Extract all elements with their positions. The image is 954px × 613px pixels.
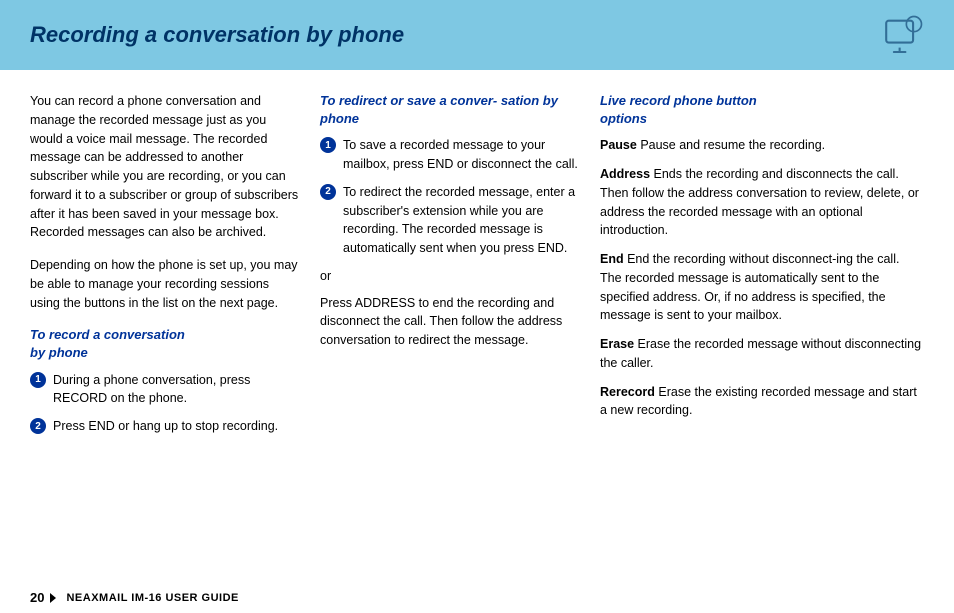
section-live-heading: Live record phone button options (600, 92, 924, 128)
page-title: Recording a conversation by phone (30, 22, 404, 48)
record-step-1: 1 During a phone conversation, press REC… (30, 371, 300, 409)
intro-paragraph1: You can record a phone conversation and … (30, 92, 300, 242)
option-pause: Pause Pause and resume the recording. (600, 136, 924, 155)
redirect-step-number-2: 2 (320, 184, 336, 200)
column-left: You can record a phone conversation and … (30, 92, 300, 541)
redirect-step-2-text: To redirect the recorded message, enter … (343, 183, 580, 258)
option-end: End End the recording without disconnect… (600, 250, 924, 325)
page-footer: 20 NEAXMAIL IM-16 USER GUIDE (0, 582, 954, 613)
record-step-1-text: During a phone conversation, press RECOR… (53, 371, 300, 409)
option-end-desc: End the recording without disconnect-ing… (600, 252, 899, 322)
option-erase-desc: Erase the recorded message without disco… (600, 337, 921, 370)
section-live: Live record phone button options Pause P… (600, 92, 924, 420)
option-pause-label: Pause (600, 138, 637, 152)
option-rerecord: Rerecord Erase the existing recorded mes… (600, 383, 924, 421)
section-record: To record a conversation by phone 1 Duri… (30, 326, 300, 436)
redirect-step-number-1: 1 (320, 137, 336, 153)
page-number: 20 (30, 590, 44, 605)
record-step-2-text: Press END or hang up to stop recording. (53, 417, 300, 436)
option-address: Address Ends the recording and disconnec… (600, 165, 924, 240)
section-record-heading: To record a conversation by phone (30, 326, 300, 362)
redirect-step-1: 1 To save a recorded message to your mai… (320, 136, 580, 174)
or-text: or (320, 267, 580, 286)
page-header: Recording a conversation by phone (0, 0, 954, 70)
redirect-step-1-text: To save a recorded message to your mailb… (343, 136, 580, 174)
section-redirect-heading: To redirect or save a conver- sation by … (320, 92, 580, 128)
content-area: You can record a phone conversation and … (0, 70, 954, 551)
option-erase-label: Erase (600, 337, 634, 351)
redirect-step-2: 2 To redirect the recorded message, ente… (320, 183, 580, 258)
page-number-area: 20 NEAXMAIL IM-16 USER GUIDE (30, 590, 239, 605)
step-number-2: 2 (30, 418, 46, 434)
section-redirect: To redirect or save a conver- sation by … (320, 92, 580, 350)
triangle-icon (50, 593, 56, 603)
option-pause-desc: Pause and resume the recording. (637, 138, 825, 152)
option-erase: Erase Erase the recorded message without… (600, 335, 924, 373)
option-address-label: Address (600, 167, 650, 181)
main-body: Recording a conversation by phone You ca… (0, 0, 954, 551)
record-step-2: 2 Press END or hang up to stop recording… (30, 417, 300, 436)
column-right: Live record phone button options Pause P… (600, 92, 924, 541)
column-middle: To redirect or save a conver- sation by … (320, 92, 580, 541)
press-text: Press ADDRESS to end the recording and d… (320, 294, 580, 350)
step-number-1: 1 (30, 372, 46, 388)
option-rerecord-label: Rerecord (600, 385, 655, 399)
option-end-label: End (600, 252, 624, 266)
phone-record-icon (882, 14, 924, 56)
footer-label: NEAXMAIL IM-16 USER GUIDE (66, 592, 238, 604)
intro-paragraph2: Depending on how the phone is set up, yo… (30, 256, 300, 312)
